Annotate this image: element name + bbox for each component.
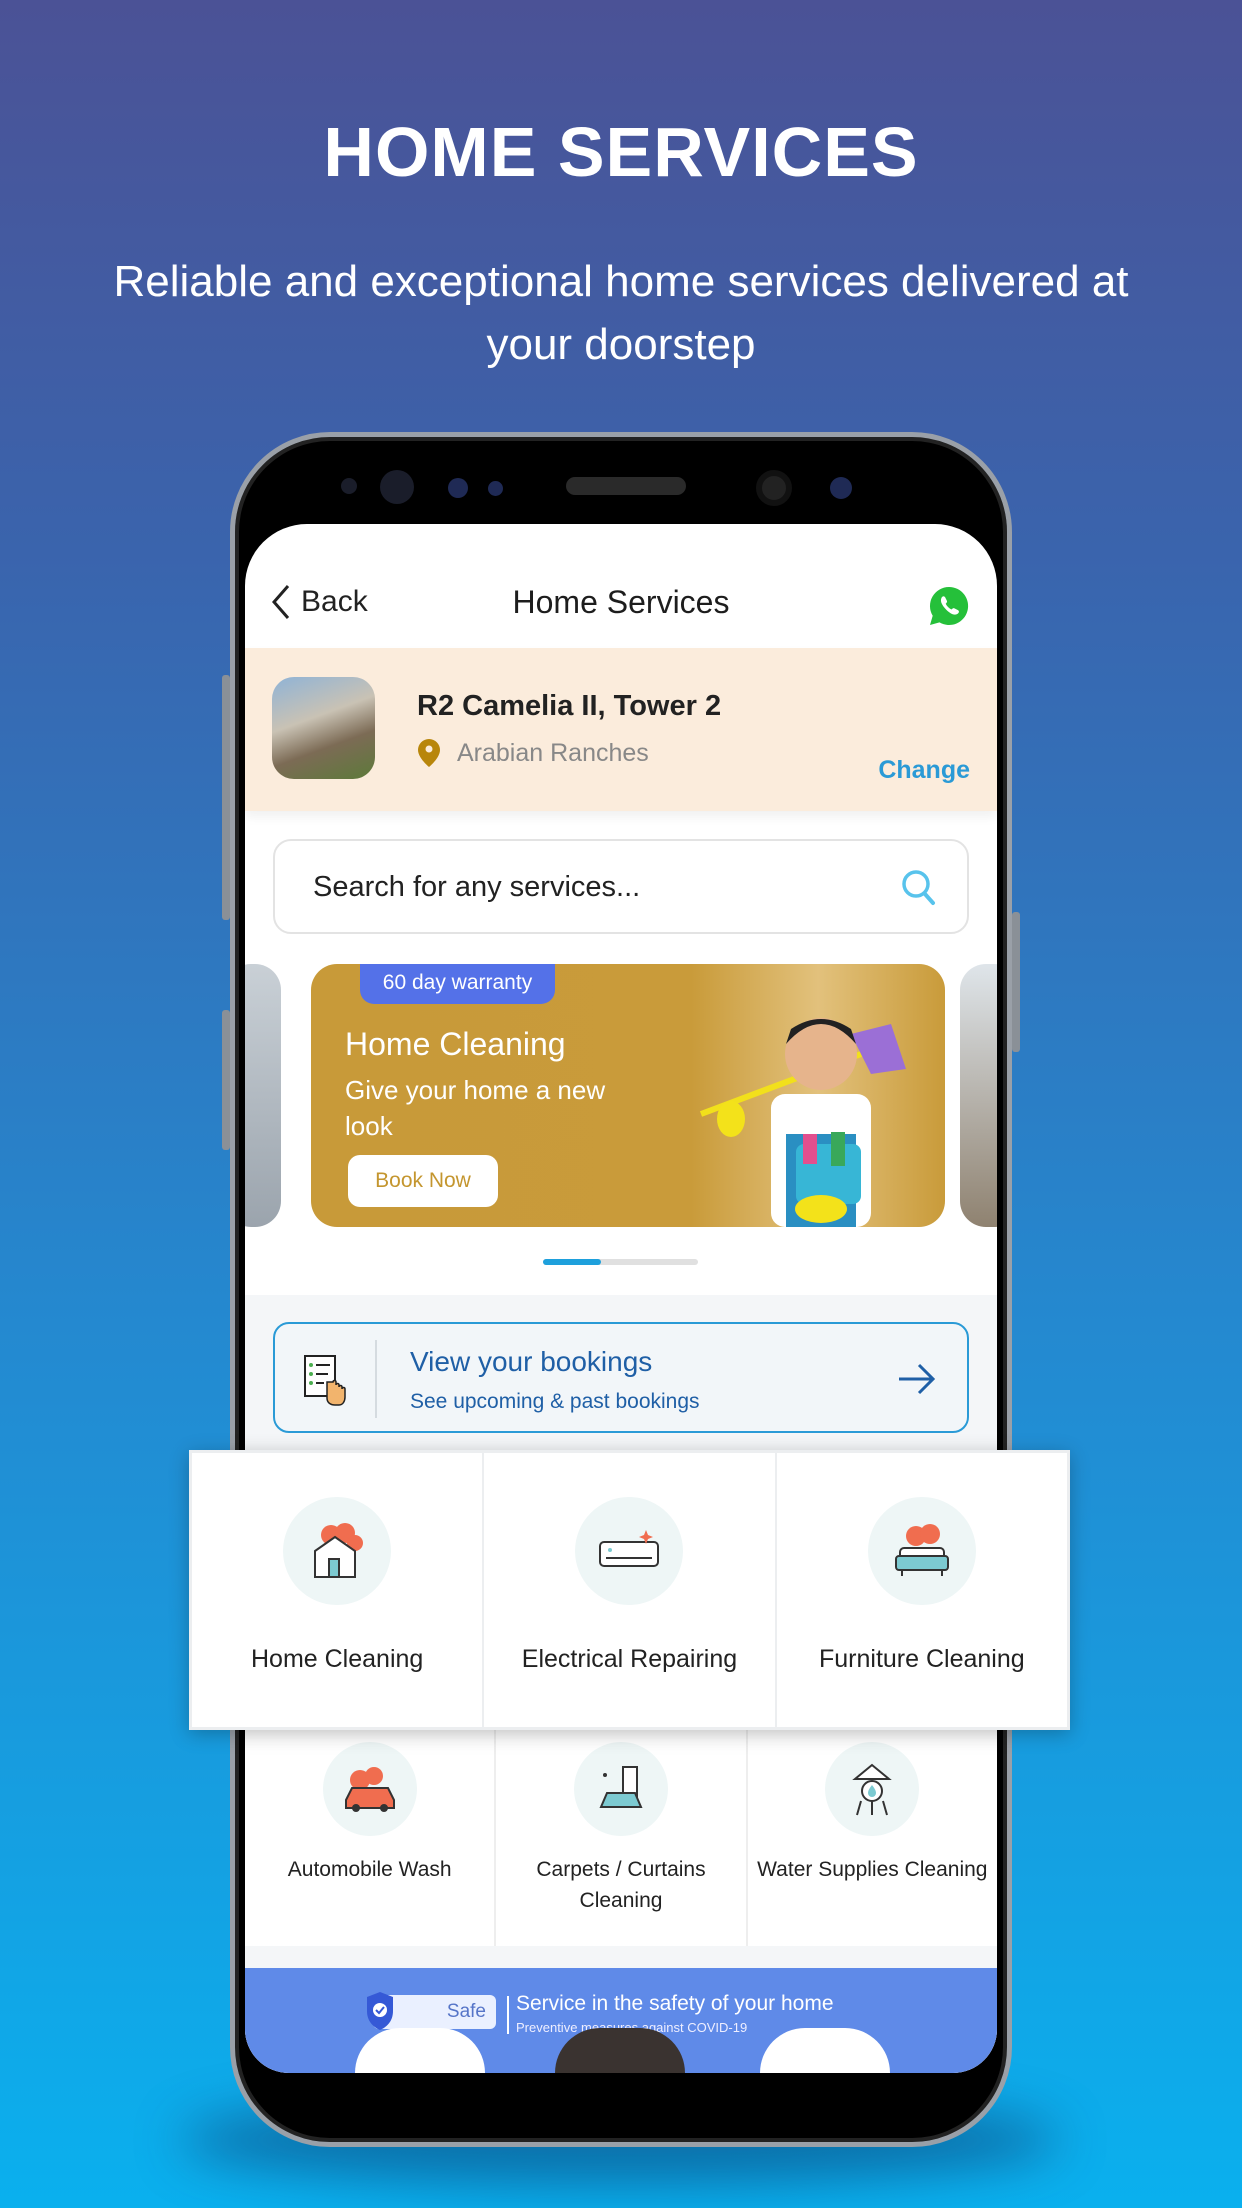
hero-title: HOME SERVICES: [323, 113, 919, 191]
promo-banner[interactable]: 60 day warranty Home Cleaning Give your …: [311, 964, 945, 1227]
phone-side-button: [222, 1010, 230, 1150]
car-wash-icon: [322, 1742, 417, 1836]
banner-subtitle: Give your home a new look: [345, 1075, 606, 1141]
carousel-prev-slide[interactable]: [245, 964, 281, 1227]
book-now-button[interactable]: Book Now: [348, 1155, 498, 1207]
service-automobile-wash[interactable]: Automobile Wash: [245, 1730, 497, 1946]
search-input[interactable]: Search for any services...: [273, 839, 969, 934]
sofa-cleaning-icon: [867, 1497, 976, 1605]
view-bookings-card[interactable]: View your bookings See upcoming & past b…: [273, 1322, 969, 1433]
arrow-right-icon: [899, 1363, 936, 1395]
featured-services-row: Home Cleaning Electrical Repairing Furni…: [189, 1450, 1070, 1730]
address-location: Arabian Ranches: [417, 738, 649, 768]
booking-list-icon: [304, 1355, 346, 1406]
service-home-cleaning[interactable]: Home Cleaning: [192, 1453, 485, 1727]
service-label: Carpets / Curtains Cleaning: [536, 1858, 706, 1912]
bookings-title: View your bookings: [410, 1346, 653, 1377]
search-icon[interactable]: [901, 869, 937, 907]
location-label: Arabian Ranches: [457, 738, 649, 767]
phone-side-button: [222, 675, 230, 920]
shield-check-icon: [367, 1992, 393, 2030]
phone-speaker: [566, 477, 686, 495]
service-label: Automobile Wash: [287, 1858, 452, 1881]
sensor-icon: [380, 470, 414, 504]
air-conditioner-icon: [575, 1497, 684, 1605]
service-label: Furniture Cleaning: [818, 1645, 1025, 1673]
sensor-icon: [830, 477, 852, 499]
service-label: Home Cleaning: [251, 1645, 424, 1673]
front-camera-icon: [756, 470, 792, 506]
property-thumbnail: [272, 677, 375, 779]
warranty-badge: 60 day warranty: [360, 964, 555, 1004]
address-name: R2 Camelia II, Tower 2: [417, 690, 722, 722]
app-header: Back Home Services: [245, 524, 997, 648]
carousel-indicator: [543, 1259, 698, 1265]
services-grid-row: Automobile Wash Carpets / Curtains Clean…: [245, 1730, 997, 1946]
carousel-next-slide[interactable]: [960, 964, 997, 1227]
service-water-supplies-cleaning[interactable]: Water Supplies Cleaning: [748, 1730, 997, 1946]
divider: [375, 1340, 377, 1418]
service-furniture-cleaning[interactable]: Furniture Cleaning: [777, 1453, 1067, 1727]
carousel-indicator-active: [543, 1259, 601, 1265]
app-screen: Back Home Services R2 Camelia II, Tower …: [245, 524, 997, 2073]
service-label: Electrical Repairing: [521, 1645, 738, 1673]
location-pin-icon: [418, 739, 440, 767]
search-placeholder: Search for any services...: [313, 871, 641, 903]
service-label: Water Supplies Cleaning: [757, 1858, 988, 1881]
carpet-cleaning-icon: [573, 1742, 668, 1836]
sensor-icon: [488, 481, 503, 496]
hero-subtitle: Reliable and exceptional home services d…: [113, 257, 1129, 369]
address-panel: R2 Camelia II, Tower 2 Arabian Ranches C…: [245, 648, 997, 811]
change-address-link[interactable]: Change: [878, 756, 970, 785]
sensor-icon: [341, 478, 357, 494]
water-tank-icon: [825, 1742, 920, 1836]
whatsapp-icon[interactable]: [927, 584, 971, 628]
service-electrical-repairing[interactable]: Electrical Repairing: [484, 1453, 777, 1727]
banner-title: Home Cleaning: [345, 1026, 566, 1062]
cleaner-illustration: [699, 1018, 906, 1227]
service-carpets-curtains-cleaning[interactable]: Carpets / Curtains Cleaning: [496, 1730, 748, 1946]
safety-title: Service in the safety of your home: [516, 1992, 834, 2015]
divider: [507, 1996, 509, 2034]
page-title: Home Services: [512, 584, 730, 620]
sensor-icon: [448, 478, 468, 498]
bookings-subtitle: See upcoming & past bookings: [410, 1390, 700, 1413]
house-cleaning-icon: [283, 1497, 392, 1605]
phone-power-button: [1012, 912, 1020, 1052]
